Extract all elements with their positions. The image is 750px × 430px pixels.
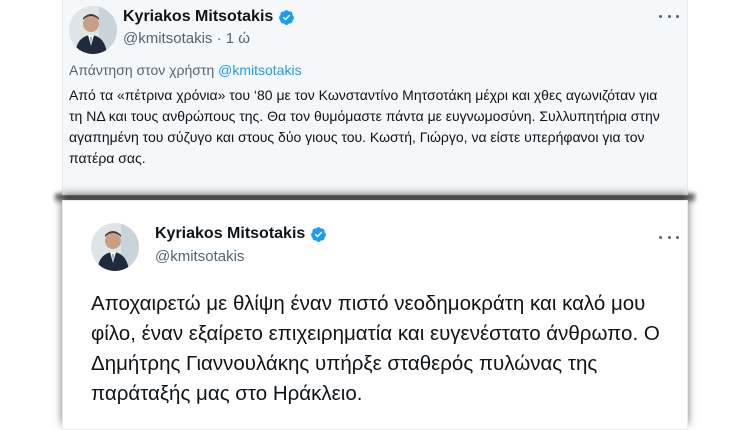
verified-badge-icon: [278, 9, 295, 26]
author-name[interactable]: Kyriakos Mitsotakis: [123, 8, 273, 26]
author-handle-row: @kmitsotakis · 1 ώ: [123, 30, 250, 47]
author-handle[interactable]: @kmitsotakis: [155, 248, 244, 265]
avatar-image: [69, 6, 117, 54]
author-name-row: Kyriakos Mitsotakis: [155, 225, 327, 243]
author-handle-row: @kmitsotakis: [155, 248, 244, 265]
tweet-text: Αποχαιρετώ με θλίψη έναν πιστό νεοδημοκρ…: [91, 292, 660, 405]
tweet-time[interactable]: 1 ώ: [226, 30, 250, 47]
avatar[interactable]: [91, 223, 139, 271]
tweet-text: Από τα «πέτρινα χρόνια» του ‘80 με τον Κ…: [69, 87, 660, 166]
author-name-row: Kyriakos Mitsotakis: [123, 8, 295, 26]
author-name[interactable]: Kyriakos Mitsotakis: [155, 225, 305, 243]
more-options-icon[interactable]: [659, 10, 679, 22]
separator-dot: ·: [216, 30, 222, 47]
avatar-image: [91, 223, 139, 271]
reply-handle-link[interactable]: @kmitsotakis: [218, 62, 301, 78]
more-options-icon[interactable]: [659, 231, 679, 243]
reply-prefix: Απάντηση στον χρήστη: [69, 62, 215, 78]
reply-context: Απάντηση στον χρήστη @kmitsotakis: [69, 62, 302, 78]
original-tweet-card[interactable]: Kyriakos Mitsotakis @kmitsotakis Αποχαιρ…: [62, 200, 688, 430]
verified-badge-icon: [310, 226, 327, 243]
avatar[interactable]: [69, 6, 117, 54]
reply-tweet-card[interactable]: Kyriakos Mitsotakis @kmitsotakis · 1 ώ Α…: [62, 0, 688, 195]
author-handle[interactable]: @kmitsotakis: [123, 30, 212, 47]
